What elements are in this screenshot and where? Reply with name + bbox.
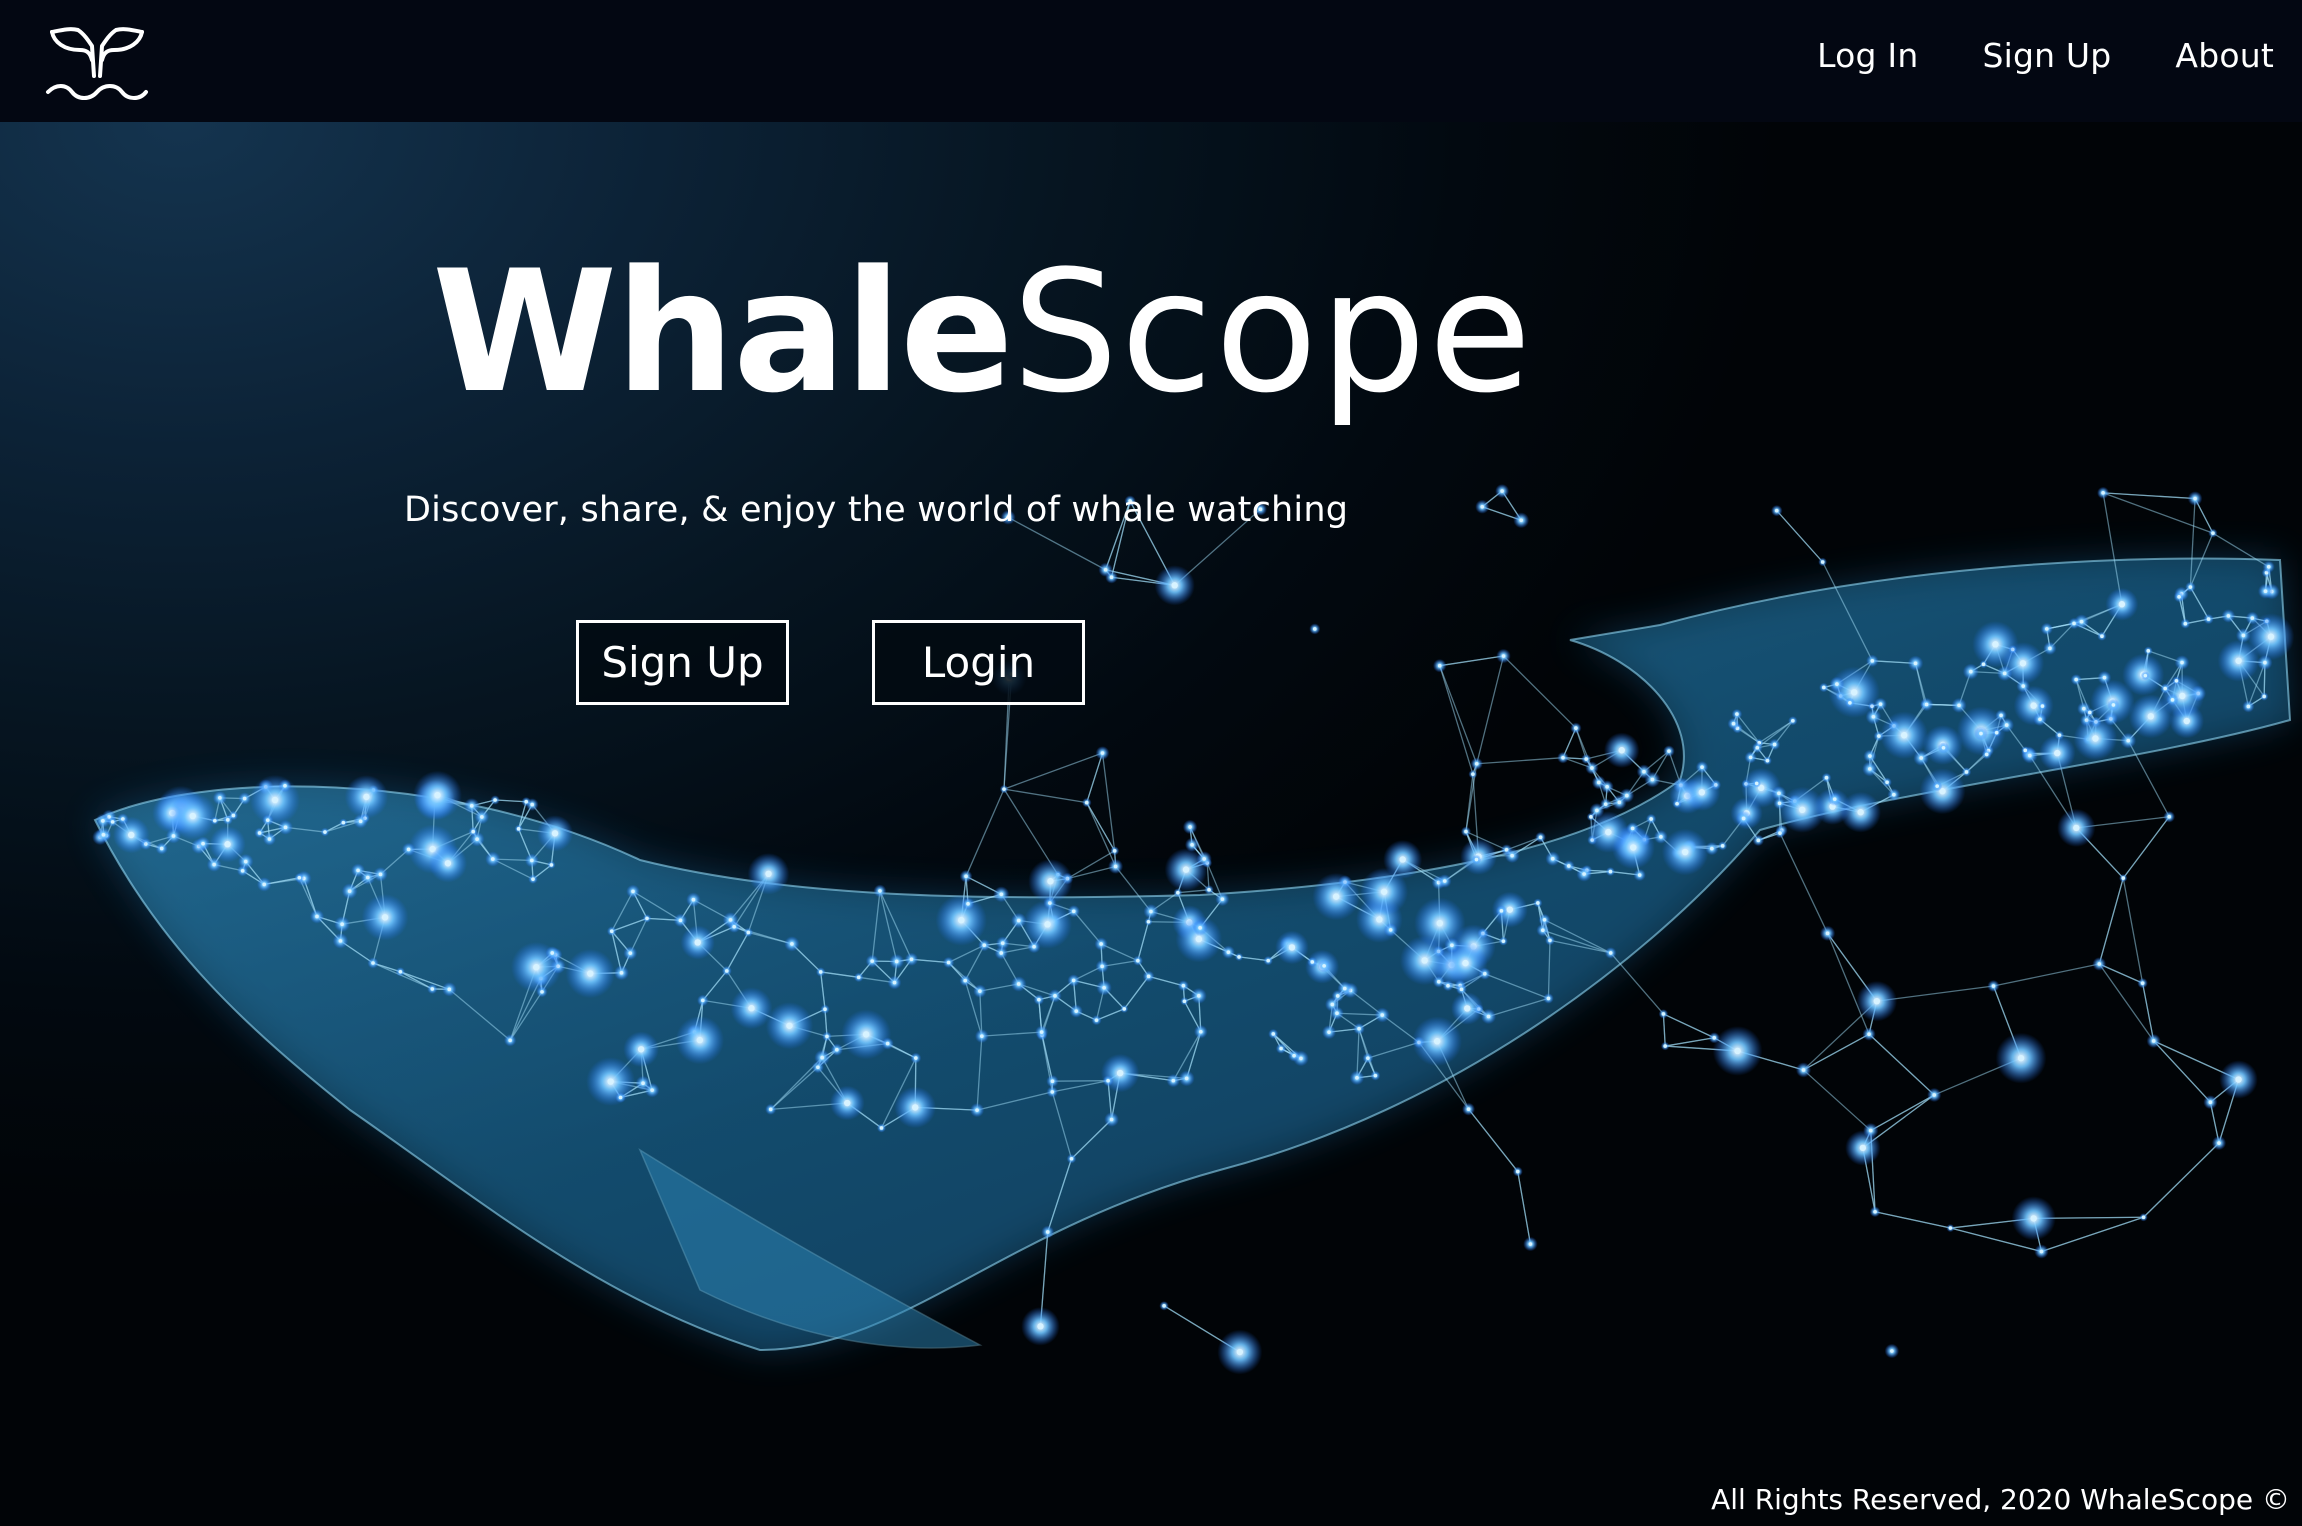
nav-signup-link[interactable]: Sign Up [1982,36,2111,75]
nav-about-link[interactable]: About [2175,36,2274,75]
login-button[interactable]: Login [872,620,1085,705]
hero-title-light: Scope [1011,234,1534,430]
nav-login-link[interactable]: Log In [1817,36,1918,75]
hero-tagline: Discover, share, & enjoy the world of wh… [404,490,1349,530]
landing-page: Log In Sign Up About WhaleScope Discover… [0,0,2302,1526]
hero-title: WhaleScope [432,248,1534,416]
footer-copyright: All Rights Reserved, 2020 WhaleScope © [1711,1483,2290,1516]
whale-tail-icon[interactable] [44,20,150,106]
hero-title-bold: Whale [432,234,1014,430]
top-navbar: Log In Sign Up About [0,0,2302,122]
signup-button[interactable]: Sign Up [576,620,789,705]
nav-links: Log In Sign Up About [1817,0,2274,110]
